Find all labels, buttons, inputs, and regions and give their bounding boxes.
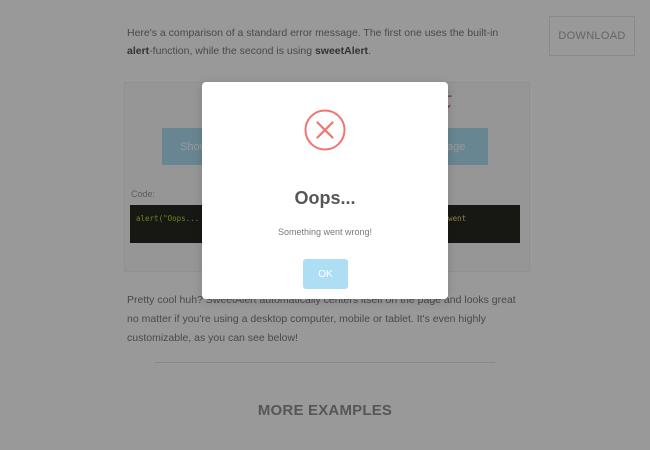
page: Here's a comparison of a standard error … (0, 0, 650, 450)
modal-title: Oops... (294, 188, 356, 208)
error-x-icon (304, 109, 346, 151)
modal-message: Something went wrong! (277, 227, 373, 237)
error-modal: Oops... Something went wrong! OK (202, 82, 448, 299)
ok-button[interactable]: OK (303, 259, 348, 289)
